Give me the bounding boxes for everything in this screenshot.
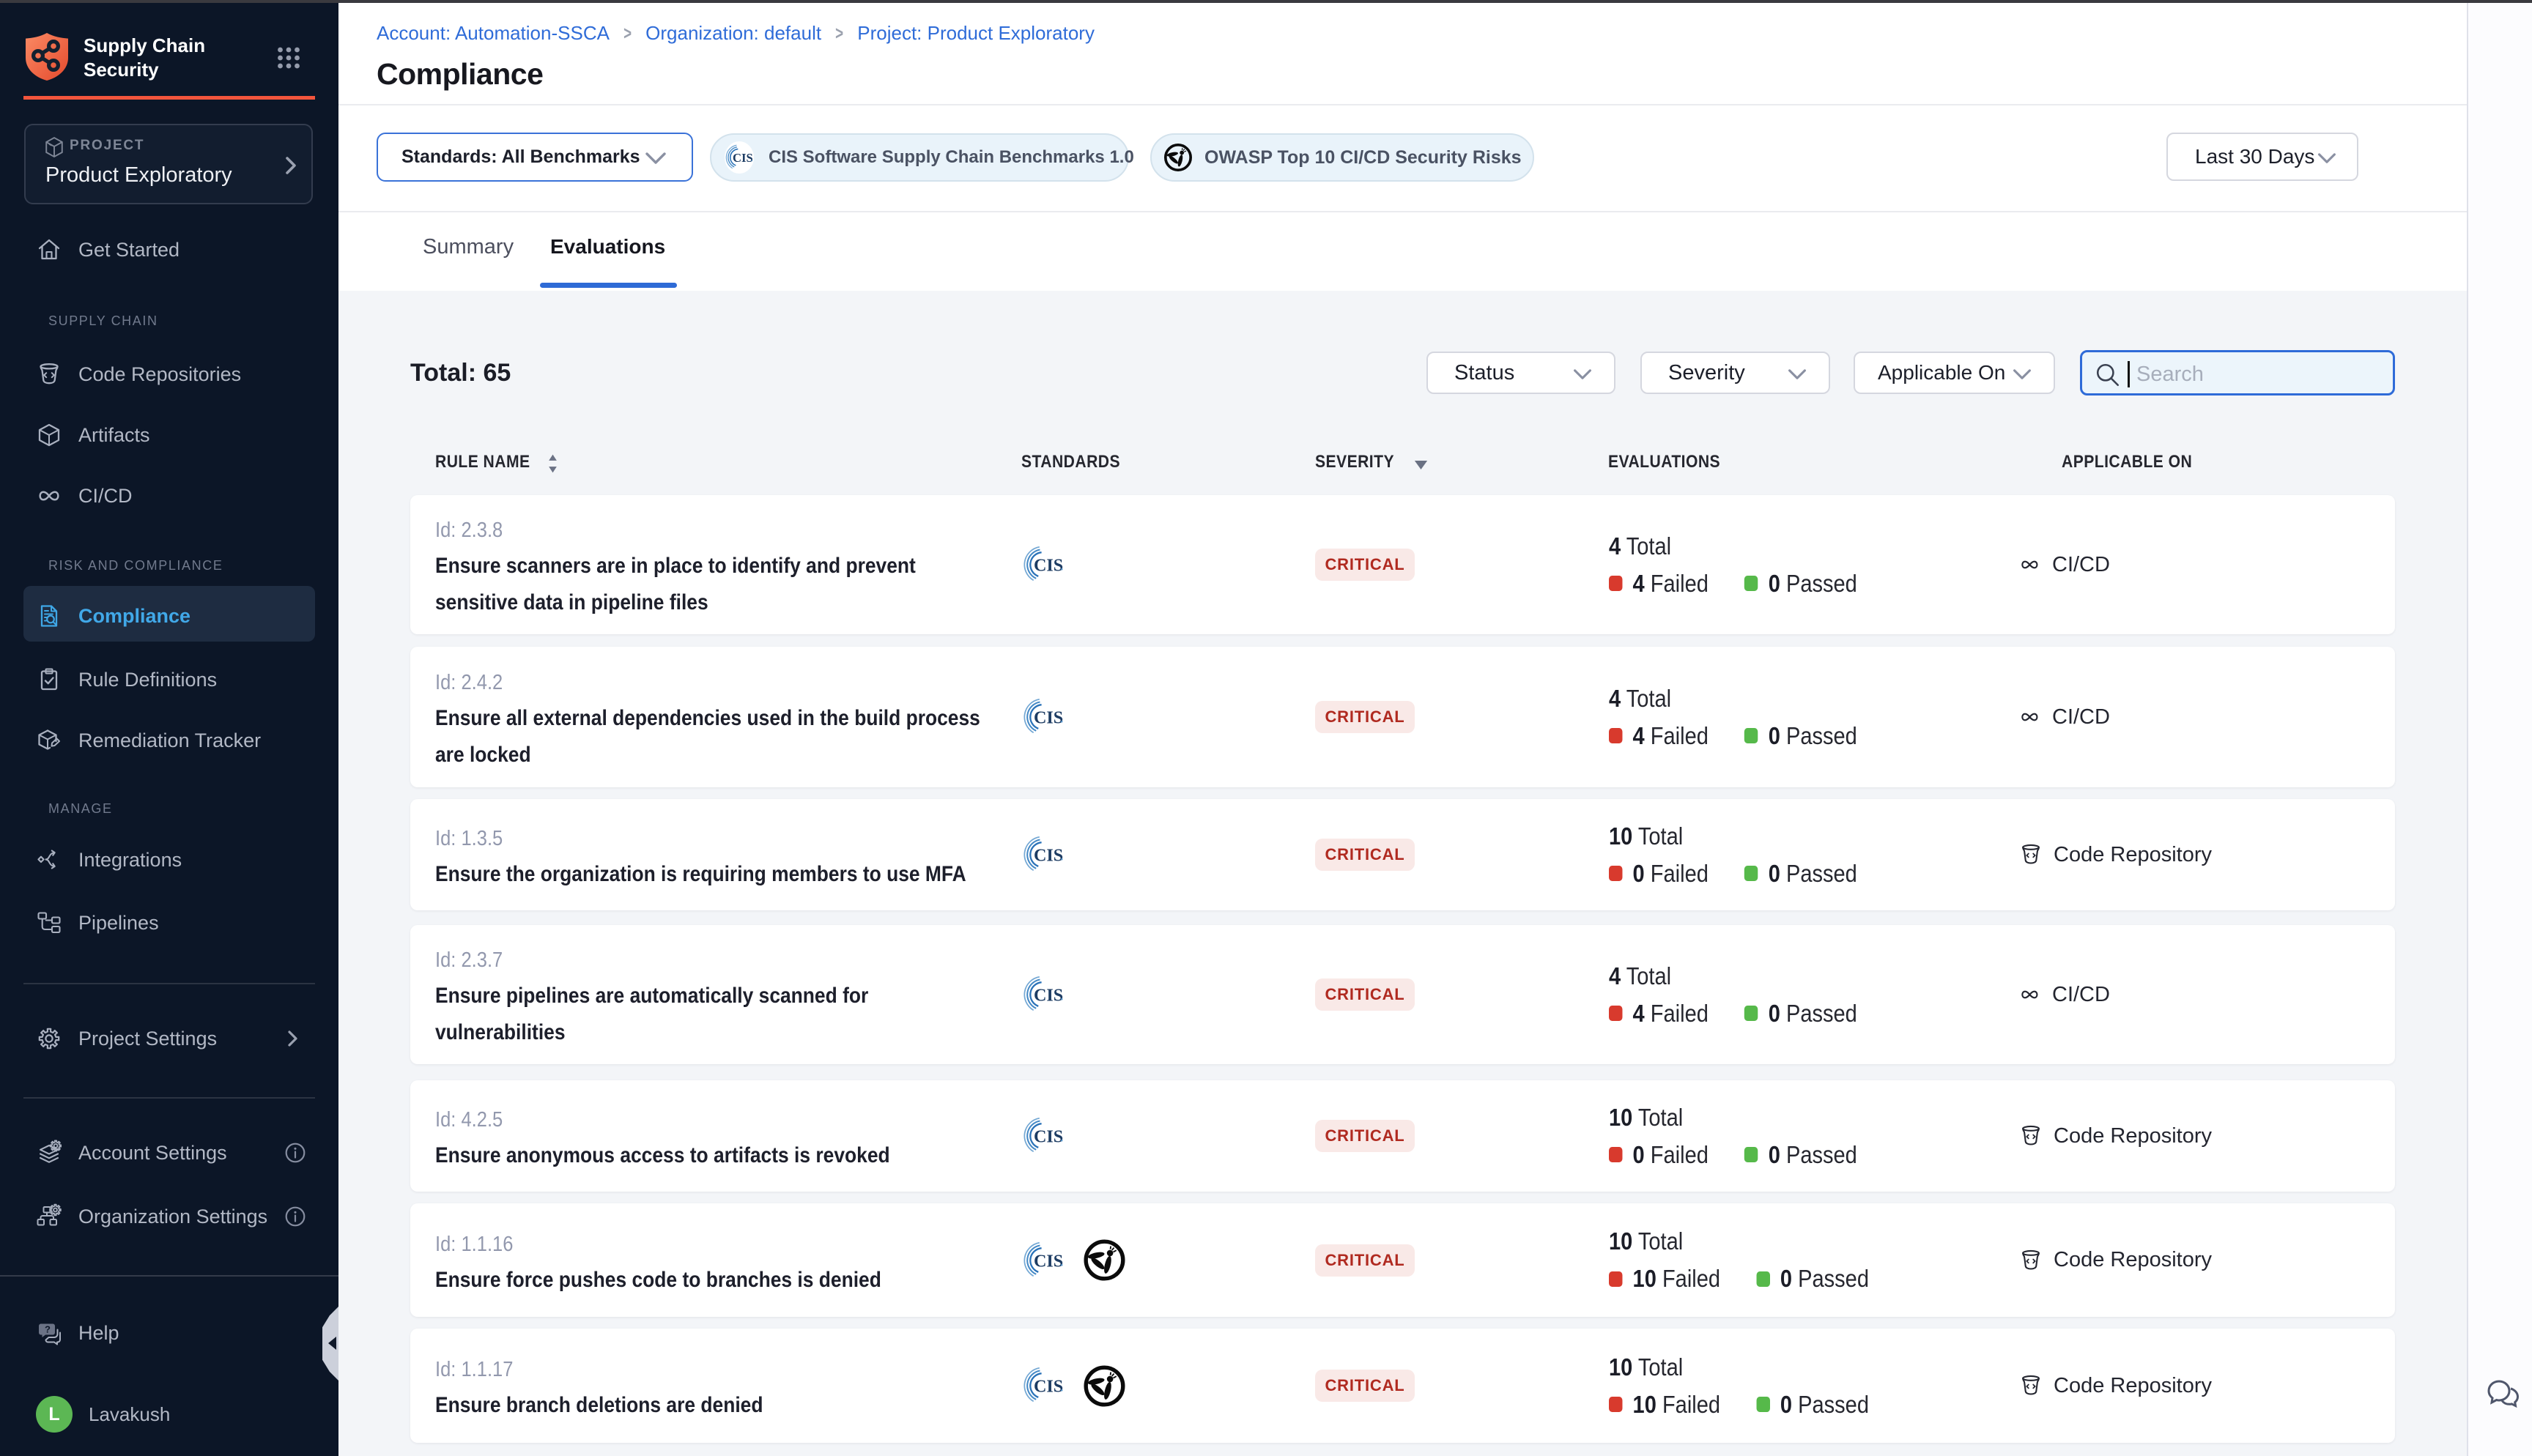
svg-text:CIS: CIS — [1034, 1127, 1063, 1147]
svg-text:CIS: CIS — [1034, 1251, 1063, 1271]
svg-text:CIS: CIS — [1034, 708, 1063, 728]
svg-text:CIS: CIS — [1034, 846, 1063, 866]
svg-text:CIS: CIS — [1034, 1377, 1063, 1397]
svg-text:?: ? — [45, 1324, 51, 1335]
svg-text:CIS: CIS — [1034, 986, 1063, 1006]
svg-text:CIS: CIS — [1034, 556, 1063, 576]
svg-text:CIS: CIS — [733, 151, 753, 165]
